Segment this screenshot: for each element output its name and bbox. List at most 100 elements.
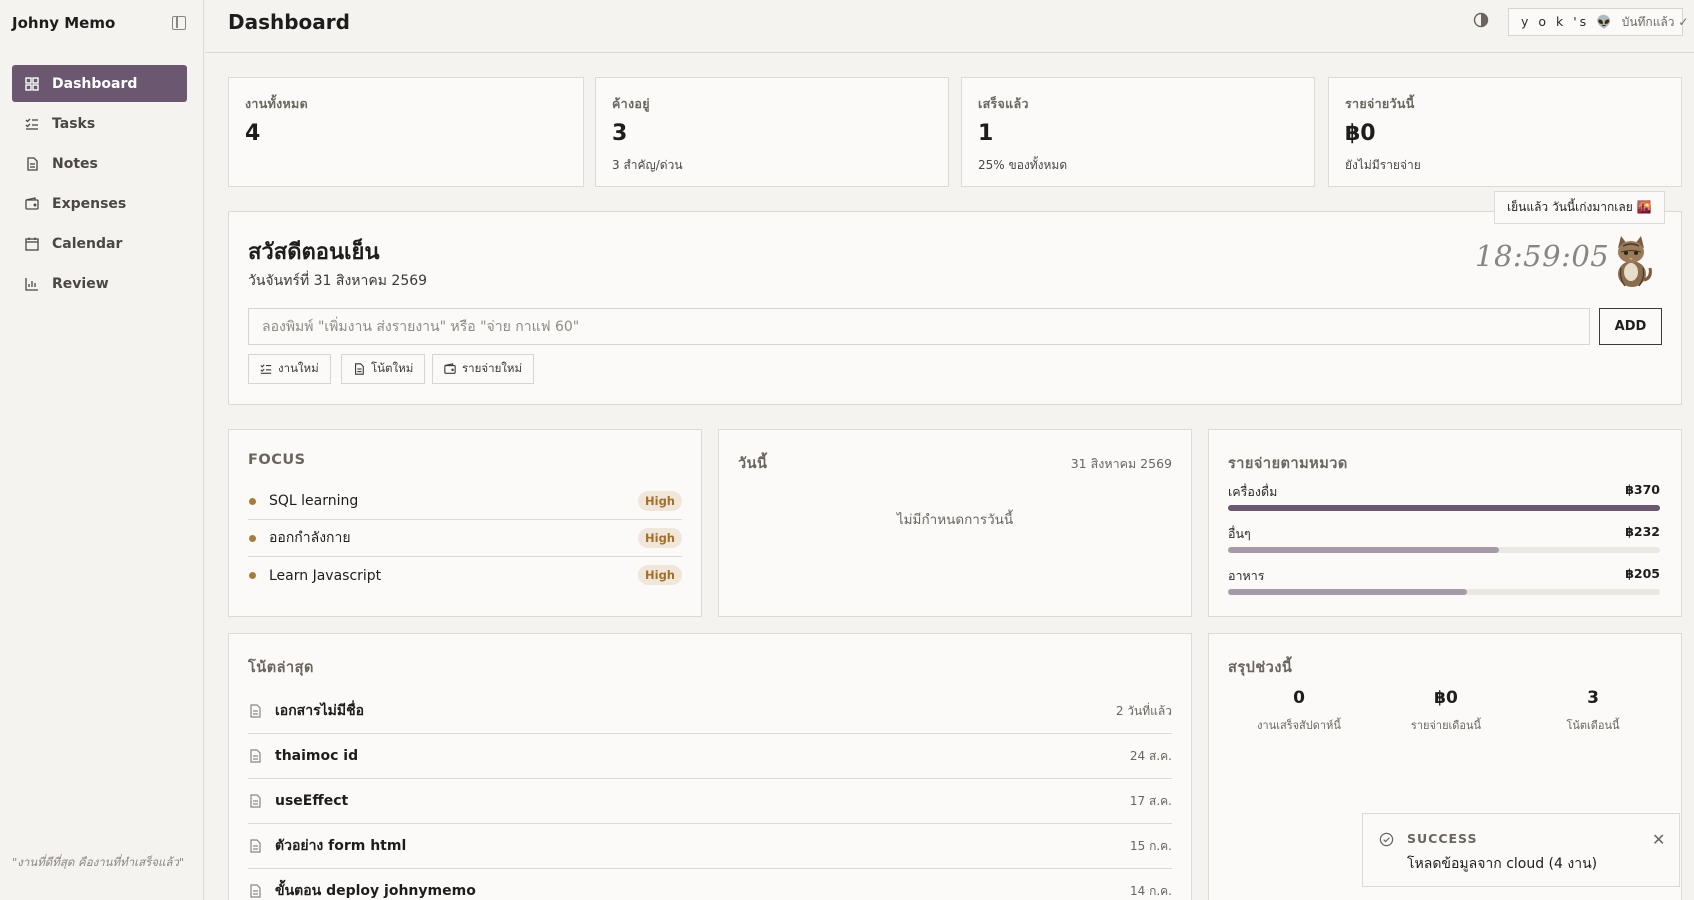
category-amount: ฿232 [1625, 524, 1660, 539]
recent-notes-card: โน้ตล่าสุด เอกสารไม่มีชื่อ 2 วันที่แล้ว … [228, 633, 1192, 900]
button-label: รายจ่ายใหม่ [462, 361, 523, 375]
expense-category-card: รายจ่ายตามหมวด เครื่องดื่ม ฿370 อื่นๆ ฿2… [1208, 429, 1682, 617]
toast-message: โหลดข้อมูลจาก cloud (4 งาน) [1407, 856, 1598, 872]
check-circle-icon [1379, 832, 1394, 847]
stat-card-today-expense: รายจ่ายวันนี้ ฿0 ยังไม่มีรายจ่าย [1328, 77, 1682, 187]
category-bar-fill [1228, 589, 1468, 595]
list-item[interactable]: Learn Javascript High [248, 557, 682, 594]
summary-value: ฿0 [1434, 688, 1458, 708]
summary-value: 0 [1293, 688, 1305, 708]
list-item[interactable]: useEffect 17 ส.ค. [248, 779, 1172, 824]
list-item[interactable]: ขั้นตอน deploy johnymemo 14 ก.ค. [248, 869, 1172, 900]
note-title: เอกสารไม่มีชื่อ [275, 703, 365, 719]
document-icon [250, 749, 261, 763]
greeting-title: สวัสดีตอนเย็น [248, 240, 380, 265]
document-icon [250, 704, 261, 718]
card-title: รายจ่ายตามหมวด [1228, 456, 1348, 472]
document-icon [250, 884, 261, 898]
success-toast: SUCCESS โหลดข้อมูลจาก cloud (4 งาน) ✕ [1362, 813, 1680, 887]
sidebar-item-label: Expenses [52, 195, 127, 212]
note-title: ขั้นตอน deploy johnymemo [275, 883, 476, 899]
summary-label: โน้ตเดือนนี้ [1566, 719, 1620, 732]
bullet-icon [249, 497, 256, 505]
toast-title: SUCCESS [1407, 831, 1478, 846]
theme-toggle-icon[interactable] [1473, 12, 1489, 28]
summary-item: 3 โน้ตเดือนนี้ [1523, 688, 1663, 734]
note-title: thaimoc id [275, 748, 359, 764]
list-item[interactable]: ตัวอย่าง form html 15 ก.ค. [248, 824, 1172, 869]
page-title: Dashboard [228, 10, 350, 34]
sidebar-nav: Dashboard Tasks Notes Expenses Calendar [12, 65, 187, 305]
sidebar-item-notes[interactable]: Notes [12, 145, 187, 182]
category-bar-fill [1228, 547, 1499, 553]
bullet-icon [249, 572, 256, 579]
category-amount: ฿370 [1625, 482, 1660, 497]
summary-value: 3 [1587, 688, 1599, 708]
list-item[interactable]: เอกสารไม่มีชื่อ 2 วันที่แล้ว [248, 689, 1172, 734]
new-note-button[interactable]: โน้ตใหม่ [341, 354, 426, 384]
collapse-sidebar-icon[interactable] [172, 16, 186, 30]
user-status-pill[interactable]: y o k 's 👽 บันทึกแล้ว ✓ [1508, 8, 1688, 36]
sidebar: Johny Memo Dashboard Tasks Notes Expense… [0, 0, 204, 900]
stat-sub: ยังไม่มีรายจ่าย [1345, 158, 1421, 172]
document-icon [250, 839, 261, 853]
category-bar [1228, 589, 1660, 595]
new-task-button[interactable]: งานใหม่ [248, 354, 331, 384]
focus-item-text: Learn Javascript [269, 567, 382, 584]
priority-badge: High [638, 565, 682, 585]
document-icon [250, 794, 261, 808]
card-title: FOCUS [248, 452, 306, 468]
category-bar [1228, 547, 1660, 553]
priority-badge: High [638, 491, 682, 511]
list-item[interactable]: SQL learning High [248, 483, 682, 520]
sidebar-item-label: Review [52, 275, 109, 292]
stat-label: งานทั้งหมด [245, 96, 309, 111]
stat-sub: 25% ของทั้งหมด [978, 158, 1068, 172]
bullet-icon [249, 534, 256, 542]
focus-card: FOCUS SQL learning High ออกกำลังกาย High… [228, 429, 702, 617]
sidebar-item-tasks[interactable]: Tasks [12, 105, 187, 142]
list-item[interactable]: thaimoc id 24 ส.ค. [248, 734, 1172, 779]
sidebar-quote: "งานที่ดีที่สุด คืองานที่ทำเสร็จแล้ว" [12, 855, 185, 869]
sidebar-item-label: Calendar [52, 235, 123, 252]
stat-card-done: เสร็จแล้ว 1 25% ของทั้งหมด [961, 77, 1315, 187]
note-date: 24 ส.ค. [1129, 748, 1172, 763]
close-icon[interactable]: ✕ [1652, 830, 1665, 849]
sidebar-item-label: Dashboard [52, 75, 138, 92]
list-item[interactable]: ออกกำลังกาย High [248, 520, 682, 557]
checklist-icon [25, 117, 39, 131]
sidebar-item-calendar[interactable]: Calendar [12, 225, 187, 262]
category-bar [1228, 505, 1660, 511]
note-date: 14 ก.ค. [1129, 883, 1172, 898]
stat-label: เสร็จแล้ว [978, 96, 1029, 111]
sidebar-item-dashboard[interactable]: Dashboard [12, 65, 187, 102]
button-label: งานใหม่ [278, 361, 319, 375]
summary-item: ฿0 รายจ่ายเดือนนี้ [1376, 688, 1516, 734]
category-amount: ฿205 [1625, 566, 1660, 581]
category-name: อื่นๆ [1228, 526, 1251, 541]
stat-label: ค้างอยู่ [612, 96, 650, 111]
add-button[interactable]: ADD [1599, 308, 1662, 345]
sidebar-item-expenses[interactable]: Expenses [12, 185, 187, 222]
wallet-icon [444, 363, 456, 374]
new-expense-button[interactable]: รายจ่ายใหม่ [432, 354, 535, 384]
stat-value: 1 [978, 121, 994, 146]
stat-value: ฿0 [1345, 121, 1376, 146]
empty-state-text: ไม่มีกำหนดการวันนี้ [896, 512, 1014, 528]
category-name: อาหาร [1228, 568, 1265, 583]
stat-sub: 3 สำคัญ/ด่วน [612, 158, 683, 172]
document-icon [355, 363, 364, 375]
checklist-icon [260, 364, 272, 374]
quick-add-input[interactable]: ลองพิมพ์ "เพิ่มงาน ส่งรายงาน" หรือ "จ่าย… [248, 308, 1590, 345]
sidebar-item-label: Tasks [52, 115, 96, 132]
stat-value: 4 [245, 121, 261, 146]
priority-badge: High [638, 528, 682, 548]
card-title: สรุปช่วงนี้ [1228, 660, 1293, 676]
bar-chart-icon [25, 277, 39, 291]
card-title: โน้ตล่าสุด [248, 660, 314, 676]
grid-icon [25, 76, 39, 91]
greeting-tag: เย็นแล้ว วันนี้เก่งมากเลย 🌇 [1494, 191, 1665, 224]
today-card: วันนี้ 31 สิงหาคม 2569 ไม่มีกำหนดการวันน… [718, 429, 1192, 617]
sidebar-item-review[interactable]: Review [12, 265, 187, 302]
user-name: y o k 's 👽 [1521, 14, 1615, 29]
